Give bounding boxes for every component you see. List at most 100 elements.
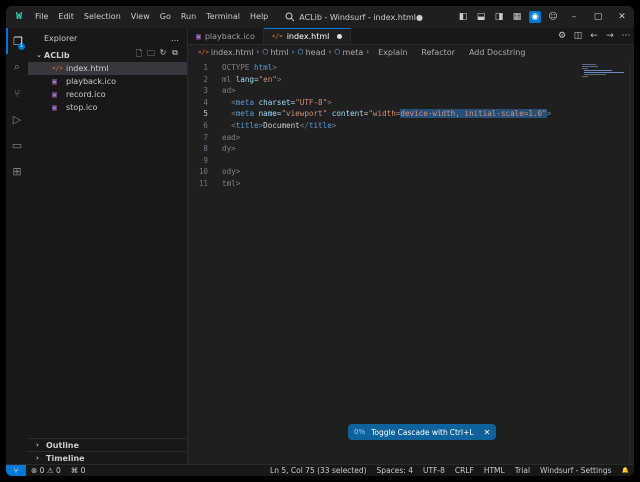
code-line[interactable]: 8 dy> bbox=[188, 143, 634, 155]
toggle-panel-icon[interactable]: ⬓ bbox=[475, 11, 487, 23]
encoding[interactable]: UTF-8 bbox=[423, 466, 445, 475]
ports-indicator[interactable]: ⌘ 0 bbox=[71, 466, 86, 475]
menu-edit[interactable]: Edit bbox=[53, 6, 79, 28]
toggle-secondary-sidebar-icon[interactable]: ◨ bbox=[493, 11, 505, 23]
run-debug-icon[interactable]: ▷ bbox=[6, 106, 28, 132]
code-line[interactable]: 7 ead> bbox=[188, 132, 634, 144]
explorer-icon[interactable]: ❐ 1 bbox=[6, 28, 28, 54]
menu-help[interactable]: Help bbox=[245, 6, 273, 28]
file-item[interactable]: ▣ record.ico bbox=[28, 88, 187, 101]
menu-file[interactable]: File bbox=[30, 6, 53, 28]
close-icon[interactable]: ✕ bbox=[484, 428, 491, 437]
window-title: ACLib - Windsurf - index.html● bbox=[299, 12, 423, 22]
activity-bar: ❐ 1 ⌕ ⑂ ▷ ▭ ⊞ bbox=[6, 28, 28, 464]
menu-selection[interactable]: Selection bbox=[79, 6, 126, 28]
plan-status[interactable]: Trial bbox=[515, 466, 530, 475]
codelens-add-docstring[interactable]: Add Docstring bbox=[469, 48, 525, 57]
source-control-icon[interactable]: ⑂ bbox=[6, 80, 28, 106]
code-line[interactable]: 1 OCTYPE html> bbox=[188, 62, 634, 74]
html-file-icon: </> bbox=[52, 65, 63, 72]
cursor-position[interactable]: Ln 5, Col 75 (33 selected) bbox=[270, 466, 367, 475]
breadcrumb-item[interactable]: meta bbox=[343, 48, 364, 57]
codelens-refactor[interactable]: Refactor bbox=[421, 48, 455, 57]
folder-aclib[interactable]: ⌄ ACLib 🗋 🗀 ↻ ⧉ bbox=[28, 48, 187, 62]
outline-section[interactable]: › Outline bbox=[28, 438, 187, 451]
menu-view[interactable]: View bbox=[126, 6, 155, 28]
code-token: dy> bbox=[222, 144, 236, 154]
image-file-icon: ▣ bbox=[196, 31, 201, 41]
arrow-left-icon[interactable]: ← bbox=[586, 31, 602, 41]
codelens-explain[interactable]: Explain bbox=[378, 48, 407, 57]
extensions-icon[interactable]: ⊞ bbox=[6, 158, 28, 184]
code-line[interactable]: 10 ody> bbox=[188, 166, 634, 178]
search-view-icon[interactable]: ⌕ bbox=[6, 54, 28, 80]
tab-index-html[interactable]: </> index.html bbox=[263, 28, 352, 44]
code-line[interactable]: 2 ml lang="en"> bbox=[188, 74, 634, 86]
minimap[interactable] bbox=[578, 62, 634, 462]
close-button[interactable]: ✕ bbox=[610, 12, 634, 22]
code-token: name bbox=[258, 109, 277, 119]
maximize-button[interactable]: ▢ bbox=[586, 12, 610, 22]
more-actions-icon[interactable]: ⋯ bbox=[618, 31, 634, 41]
command-center[interactable]: ACLib - Windsurf - index.html● bbox=[285, 12, 423, 22]
remote-icon[interactable]: ⑂ bbox=[6, 464, 26, 476]
end-of-line[interactable]: CRLF bbox=[455, 466, 474, 475]
unsaved-dot-icon[interactable] bbox=[337, 34, 343, 39]
code-token: "width= bbox=[368, 109, 401, 119]
timeline-section[interactable]: › Timeline bbox=[28, 451, 187, 464]
cascade-icon[interactable]: ◉ bbox=[529, 11, 541, 23]
code-editor[interactable]: 1 OCTYPE html> 2 ml lang="en"> 3 ad> 4 <meta c… bbox=[188, 62, 634, 190]
minimize-button[interactable]: – bbox=[562, 12, 586, 22]
code-text: ody> bbox=[222, 166, 240, 178]
menu-run[interactable]: Run bbox=[176, 6, 201, 28]
split-editor-icon[interactable]: ◫ bbox=[570, 31, 586, 41]
code-line[interactable]: 6 <title>Document</title> bbox=[188, 120, 634, 132]
more-actions-icon[interactable]: … bbox=[171, 34, 179, 43]
chevron-right-icon: › bbox=[256, 48, 260, 56]
html-file-icon: </> bbox=[198, 48, 209, 56]
code-text: ead> bbox=[222, 132, 240, 144]
code-line[interactable]: 9 bbox=[188, 155, 634, 167]
code-line[interactable]: 11 tml> bbox=[188, 178, 634, 190]
file-item[interactable]: ▣ stop.ico bbox=[28, 101, 187, 114]
app-window: W File Edit Selection View Go Run Terminal Help… bbox=[6, 6, 634, 476]
code-line[interactable]: 5 <meta name="viewport" content="width=d… bbox=[188, 108, 634, 120]
new-file-icon[interactable]: 🗋 bbox=[133, 48, 145, 62]
code-token: > bbox=[331, 120, 337, 130]
account-icon[interactable]: ☺ bbox=[547, 11, 559, 23]
windsurf-logo-icon[interactable]: W bbox=[12, 10, 26, 24]
problems-indicator[interactable]: ⊗ 0 ⚠ 0 bbox=[31, 466, 61, 475]
code-line[interactable]: 4 <meta charset="UTF-8"> bbox=[188, 97, 634, 109]
file-item[interactable]: </> index.html bbox=[28, 62, 187, 75]
menu-go[interactable]: Go bbox=[155, 6, 176, 28]
menu-terminal[interactable]: Terminal bbox=[201, 6, 245, 28]
arrow-right-icon[interactable]: → bbox=[602, 31, 618, 41]
breadcrumb-item[interactable]: head bbox=[306, 48, 326, 57]
chevron-right-icon: › bbox=[291, 48, 295, 56]
code-token: lang bbox=[235, 74, 255, 84]
new-folder-icon[interactable]: 🗀 bbox=[145, 48, 157, 62]
language-mode[interactable]: HTML bbox=[484, 466, 505, 475]
refresh-icon[interactable]: ↻ bbox=[157, 48, 169, 62]
breadcrumb-file[interactable]: index.html bbox=[211, 48, 254, 57]
file-item[interactable]: ▣ playback.ico bbox=[28, 75, 187, 88]
code-line[interactable]: 3 ad> bbox=[188, 85, 634, 97]
vertical-scrollbar[interactable] bbox=[629, 62, 634, 462]
remote-explorer-icon[interactable]: ▭ bbox=[6, 132, 28, 158]
code-token: charset bbox=[258, 97, 291, 107]
cascade-toggle-toast[interactable]: 0% Toggle Cascade with Ctrl+L ✕ bbox=[348, 424, 497, 440]
tab-playback-ico[interactable]: ▣ playback.ico bbox=[188, 28, 264, 44]
notifications-bell-icon[interactable]: 🔔 bbox=[622, 467, 629, 474]
indentation[interactable]: Spaces: 4 bbox=[377, 466, 413, 475]
collapse-all-icon[interactable]: ⧉ bbox=[169, 48, 181, 62]
windsurf-settings[interactable]: Windsurf - Settings bbox=[540, 466, 611, 475]
line-number: 2 bbox=[203, 74, 208, 84]
code-token: title bbox=[308, 120, 332, 130]
line-number: 5 bbox=[203, 109, 208, 119]
timeline-label: Timeline bbox=[46, 453, 85, 463]
toggle-primary-sidebar-icon[interactable]: ◧ bbox=[457, 11, 469, 23]
breadcrumb-item[interactable]: html bbox=[270, 48, 288, 57]
settings-gear-icon[interactable]: ⚙ bbox=[554, 31, 570, 41]
customize-layout-icon[interactable]: ▦ bbox=[511, 11, 523, 23]
code-text: dy> bbox=[222, 143, 236, 155]
